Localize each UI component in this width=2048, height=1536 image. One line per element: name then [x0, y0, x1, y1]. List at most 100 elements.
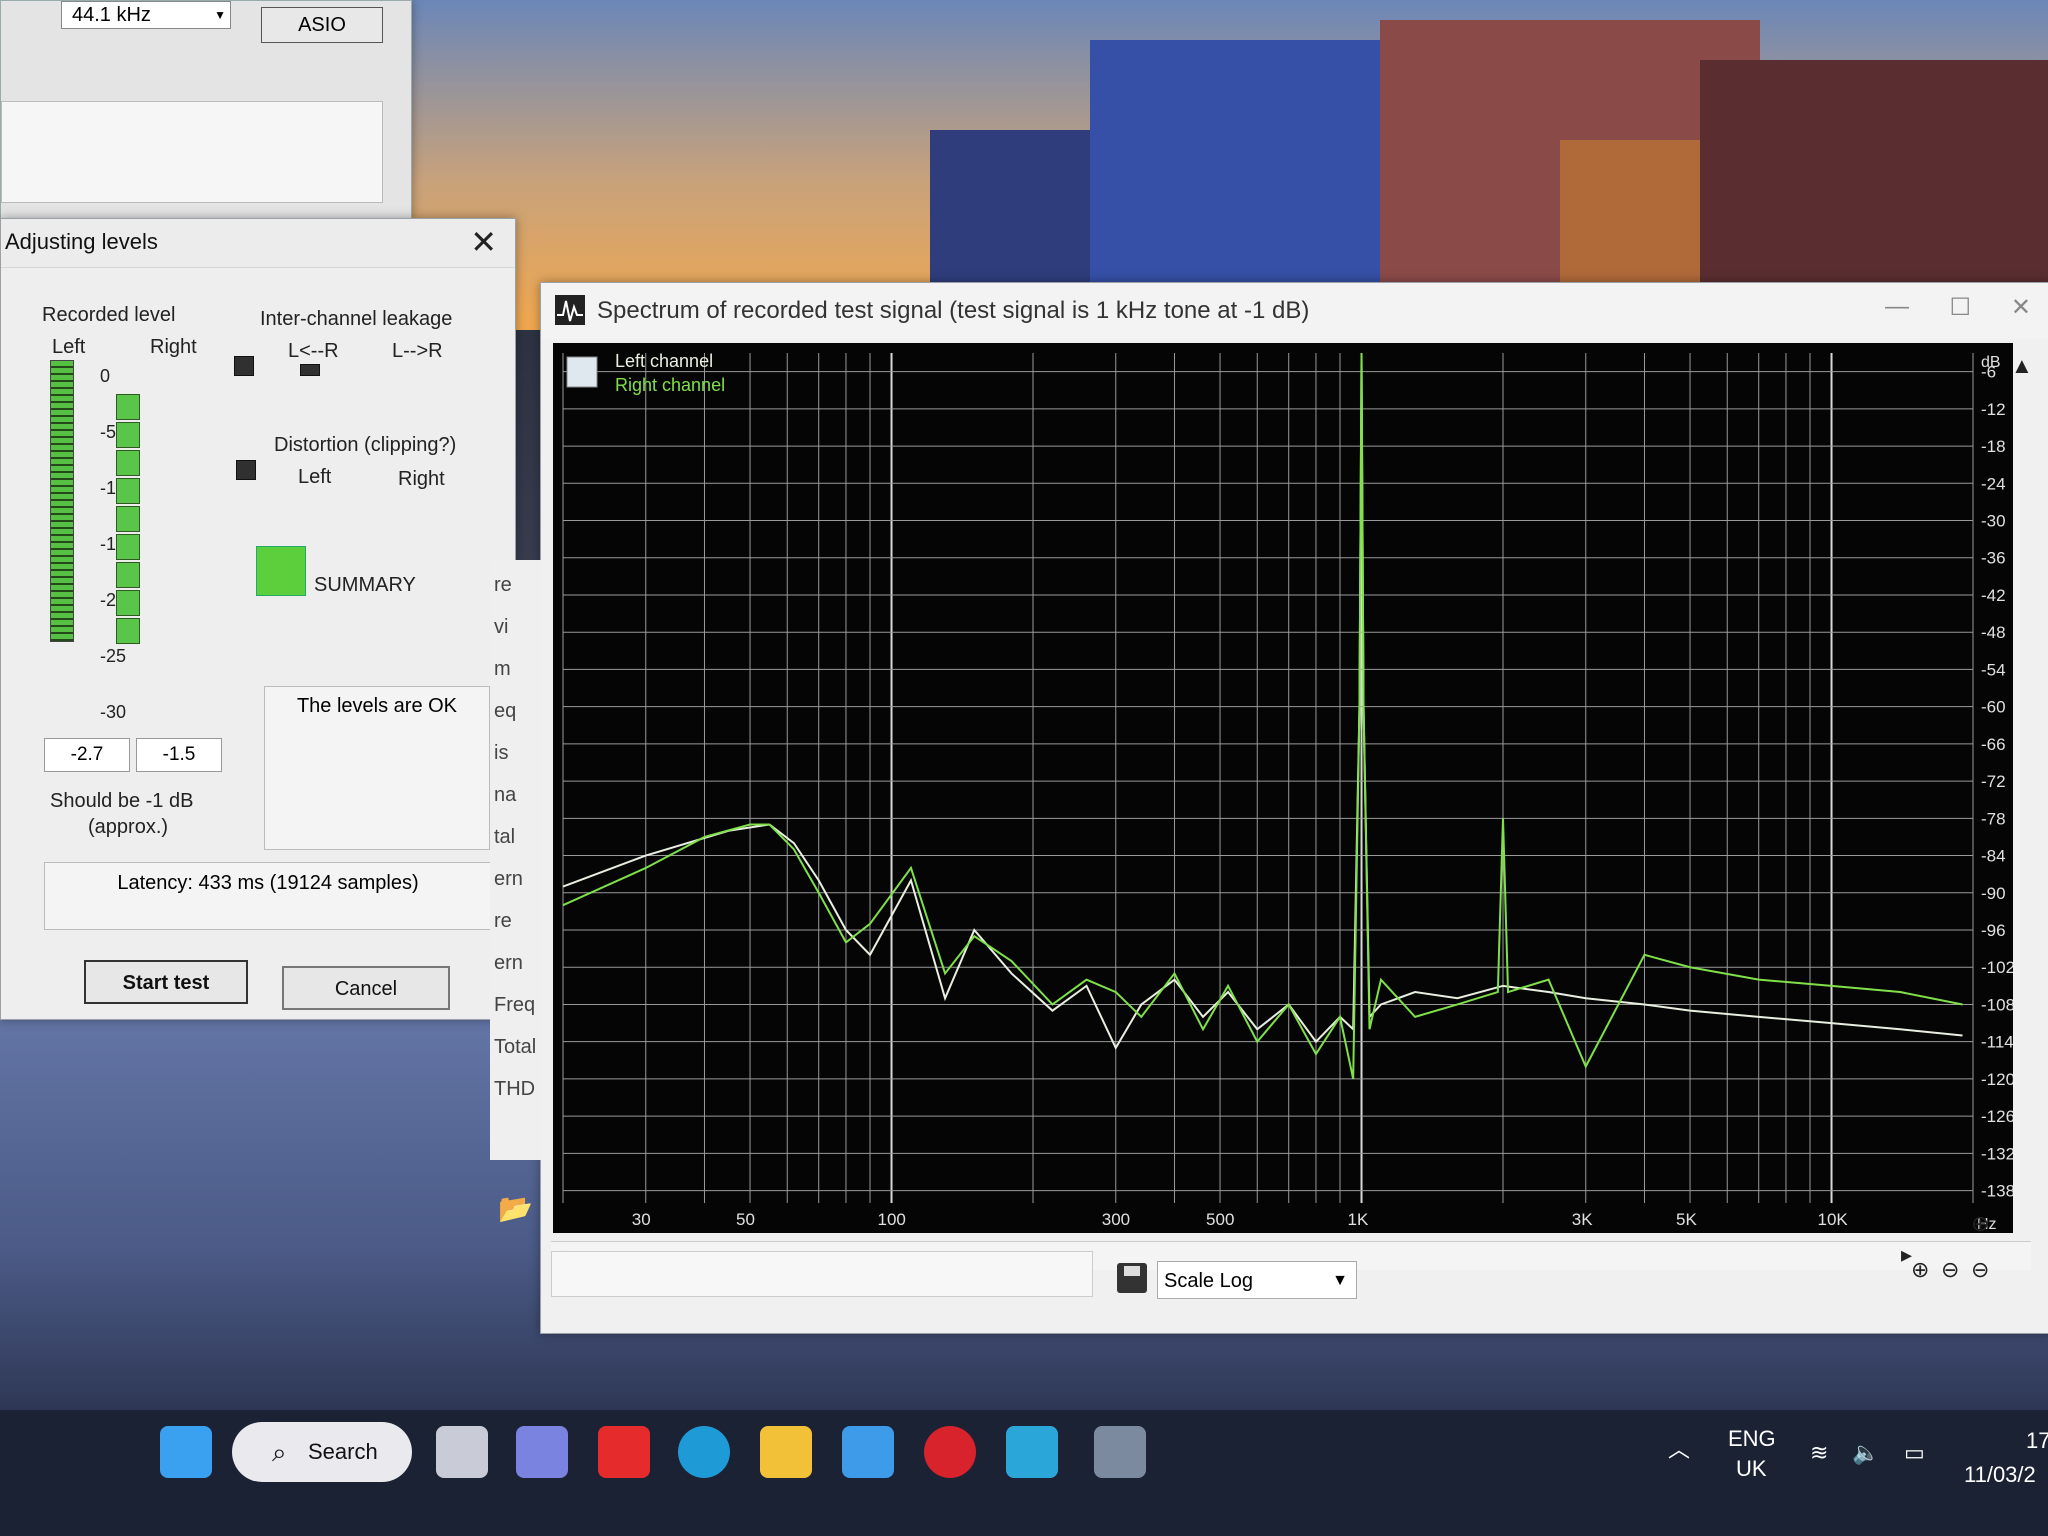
store-icon[interactable] — [1006, 1426, 1058, 1478]
right-meter-segment — [116, 394, 140, 420]
spectrum-title: Spectrum of recorded test signal (test s… — [597, 297, 1310, 324]
main-app-sidebar: re vi m eq is na tal ern re ern Freq Total THD 📂 — [490, 560, 542, 1224]
background-panel — [1, 101, 383, 203]
close-icon[interactable]: ✕ — [470, 223, 497, 261]
language-code[interactable]: ENG — [1728, 1426, 1776, 1452]
taskbar: ⌕ Search ︿ ENG UK ≋ 🔈 ▭ 17 11/03/2 — [0, 1410, 2048, 1536]
scale-tick: -5 — [100, 422, 117, 442]
legend-right-channel: Right channel — [615, 375, 725, 395]
mail-icon[interactable] — [842, 1426, 894, 1478]
y-tick-label: -126 — [1981, 1107, 2013, 1126]
x-tick-label: 10K — [1818, 1210, 1849, 1229]
right-channel-line — [562, 352, 1963, 1080]
right-meter-segment — [116, 590, 140, 616]
folder-open-icon[interactable]: 📂 — [498, 1192, 538, 1224]
zoom-in-icon[interactable]: ⊕ — [1911, 1257, 1929, 1283]
y-tick-label: -84 — [1981, 847, 2006, 866]
spectrum-titlebar: Spectrum of recorded test signal (test s… — [541, 283, 2048, 339]
search-button[interactable]: ⌕ Search — [232, 1422, 412, 1482]
y-tick-label: -120 — [1981, 1070, 2013, 1089]
y-tick-label: -102 — [1981, 958, 2013, 977]
y-tick-label: -138 — [1981, 1182, 2013, 1201]
left-label: Left — [52, 336, 86, 358]
y-tick-label: -30 — [1981, 512, 2006, 531]
zoom-reset-icon[interactable]: ⊖ — [1971, 1257, 1989, 1283]
y-tick-label: -12 — [1981, 400, 2006, 419]
minimize-icon[interactable]: — — [1885, 293, 1909, 321]
legend-left-channel: Left channel — [615, 351, 713, 371]
sidebar-label: Total — [494, 1036, 537, 1058]
sidebar-label: is — [494, 742, 509, 764]
legend-icon — [566, 356, 598, 388]
distortion-left-label: Left — [298, 466, 332, 488]
right-meter-segment — [116, 534, 140, 560]
start-icon[interactable] — [160, 1426, 212, 1478]
spectrum-app-taskbar-icon[interactable] — [1094, 1426, 1146, 1478]
y-tick-label: -18 — [1981, 437, 2006, 456]
clock-date[interactable]: 11/03/2 — [1964, 1462, 2036, 1488]
wifi-icon[interactable]: ≋ — [1810, 1440, 1828, 1466]
search-label: Search — [308, 1439, 378, 1464]
scale-tick: -25 — [100, 646, 127, 666]
file-explorer-icon[interactable] — [760, 1426, 812, 1478]
edge-icon[interactable] — [678, 1426, 730, 1478]
right-level-value: -1.5 — [136, 738, 222, 772]
scale-select[interactable]: Scale Log ▼ — [1157, 1261, 1357, 1299]
leakage-lr-indicator — [300, 364, 320, 376]
x-tick-label: 300 — [1102, 1210, 1130, 1229]
volume-icon[interactable]: 🔈 — [1852, 1440, 1879, 1466]
scale-tick: -30 — [100, 702, 127, 722]
y-tick-label: -72 — [1981, 772, 2006, 791]
y-tick-label: -60 — [1981, 698, 2006, 717]
latency-box: Latency: 433 ms (19124 samples) — [44, 862, 492, 930]
close-icon[interactable]: ✕ — [2011, 293, 2031, 322]
x-tick-label: 1K — [1348, 1210, 1369, 1229]
sidebar-label: ern — [494, 868, 523, 890]
sidebar-label: na — [494, 784, 517, 806]
sidebar-label: vi — [494, 616, 509, 638]
right-meter-segment — [116, 506, 140, 532]
right-meter-segment — [116, 422, 140, 448]
dialog-titlebar: Adjusting levels ✕ — [1, 219, 515, 268]
scroll-up-icon[interactable]: ▲ — [2011, 353, 2033, 379]
spectrum-app-icon — [555, 295, 585, 325]
zoom-out-icon[interactable]: ⊖ — [1941, 1257, 1959, 1283]
start-test-button[interactable]: Start test — [84, 960, 248, 1004]
region-code[interactable]: UK — [1736, 1456, 1767, 1482]
right-meter-segment — [116, 562, 140, 588]
sample-rate-value: 44.1 kHz — [72, 4, 151, 26]
leakage-label: Inter-channel leakage — [260, 308, 453, 330]
recorded-level-label: Recorded level — [42, 304, 176, 326]
youtube-icon[interactable] — [598, 1426, 650, 1478]
spectrum-plot[interactable]: -6 -12 -18 -24 -30 -36 -42 -48 -54 -60 -66 -72 -78 -8… — [553, 343, 2015, 1233]
spectrum-chart: -6-12-18-24-30-36-42-48-54-60-66-72-78-8… — [562, 351, 2015, 1233]
y-tick-label: -42 — [1981, 586, 2006, 605]
cancel-button[interactable]: Cancel — [282, 966, 450, 1010]
left-channel-line — [562, 359, 1963, 1051]
tray-overflow-icon[interactable]: ︿ — [1668, 1432, 1690, 1464]
zoom-vertical-icon[interactable]: ⊕ — [1971, 1211, 1989, 1237]
distortion-label: Distortion (clipping?) — [274, 434, 457, 456]
y-tick-label: -114 — [1981, 1033, 2013, 1052]
x-tick-label: 30 — [632, 1210, 651, 1229]
opera-icon[interactable] — [924, 1426, 976, 1478]
sidebar-label: re — [494, 910, 512, 932]
sample-rate-select[interactable]: 44.1 kHz ▼ — [61, 1, 231, 29]
sidebar-label: re — [494, 574, 512, 596]
scale-label: Scale — [1164, 1270, 1215, 1292]
clock-time[interactable]: 17 — [2026, 1428, 2048, 1454]
asio-button[interactable]: ASIO — [261, 7, 383, 43]
leakage-indicator — [234, 356, 254, 376]
task-view-icon[interactable] — [436, 1426, 488, 1478]
battery-icon[interactable]: ▭ — [1904, 1440, 1925, 1466]
save-icon[interactable] — [1117, 1263, 1147, 1293]
info-field — [551, 1251, 1093, 1297]
y-tick-label: -132 — [1981, 1144, 2013, 1163]
sidebar-label: tal — [494, 826, 516, 848]
wallpaper-building — [1700, 60, 2048, 290]
search-icon: ⌕ — [272, 1437, 287, 1467]
chat-icon[interactable] — [516, 1426, 568, 1478]
x-tick-label: 5K — [1676, 1210, 1697, 1229]
summary-indicator — [256, 546, 306, 596]
maximize-icon[interactable]: ☐ — [1949, 293, 1971, 322]
